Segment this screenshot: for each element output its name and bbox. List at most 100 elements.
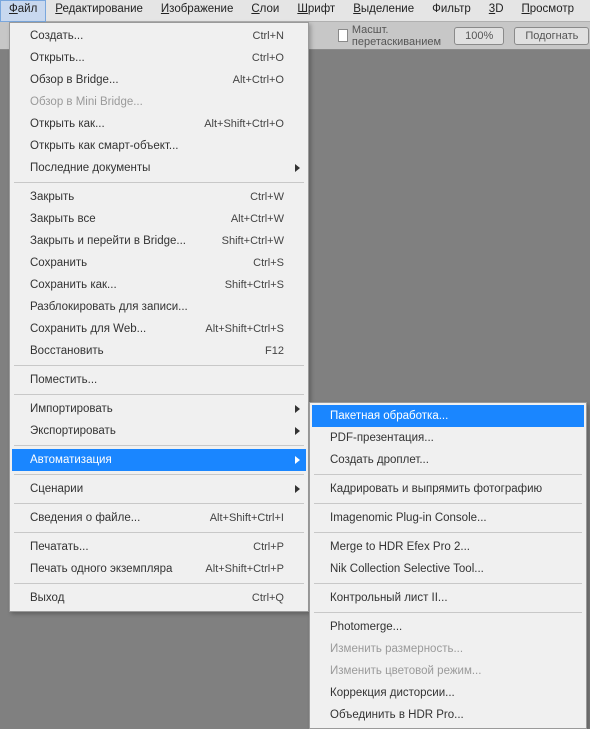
file-menu-item-10[interactable]: Закрыть и перейти в Bridge...Shift+Ctrl+… xyxy=(12,230,306,252)
file-menu-item-29[interactable]: Печать одного экземпляраAlt+Shift+Ctrl+P xyxy=(12,558,306,580)
menu-item-shortcut: Alt+Ctrl+O xyxy=(233,74,284,86)
menubar-item-3[interactable]: Слои xyxy=(242,0,288,22)
file-menu-item-13[interactable]: Разблокировать для записи... xyxy=(12,296,306,318)
submenu-arrow-icon xyxy=(295,427,300,435)
menu-item-label: Сохранить xyxy=(30,257,253,269)
automation-item-6[interactable]: Imagenomic Plug-in Console... xyxy=(312,507,584,529)
menu-item-label: Закрыть и перейти в Bridge... xyxy=(30,235,222,247)
menu-item-shortcut: Ctrl+N xyxy=(253,30,284,42)
menubar-item-5[interactable]: Выделение xyxy=(344,0,423,22)
menu-item-label: Восстановить xyxy=(30,345,265,357)
file-menu-dropdown: Создать...Ctrl+NОткрыть...Ctrl+OОбзор в … xyxy=(9,22,309,612)
file-menu-item-8[interactable]: ЗакрытьCtrl+W xyxy=(12,186,306,208)
menu-item-label: Печатать... xyxy=(30,541,253,553)
file-menu-item-1[interactable]: Открыть...Ctrl+O xyxy=(12,47,306,69)
automation-item-16[interactable]: Коррекция дисторсии... xyxy=(312,682,584,704)
menubar-item-7[interactable]: 3D xyxy=(480,0,513,22)
file-menu-item-20[interactable]: Экспортировать xyxy=(12,420,306,442)
drag-scale-label: Масшт. перетаскиванием xyxy=(352,24,444,48)
automation-item-1[interactable]: PDF-презентация... xyxy=(312,427,584,449)
automation-submenu: Пакетная обработка... PDF-презентация... С… xyxy=(309,402,587,729)
automation-item-17[interactable]: Объединить в HDR Pro... xyxy=(312,704,584,726)
menu-item-label: Сценарии xyxy=(30,483,284,495)
file-menu-separator xyxy=(14,503,304,504)
file-menu-item-6[interactable]: Последние документы xyxy=(12,157,306,179)
menu-item-label: Открыть как смарт-объект... xyxy=(30,140,284,152)
menu-item-label: Импортировать xyxy=(30,403,284,415)
menubar: ФайлРедактированиеИзображениеСлоиШрифтВы… xyxy=(0,0,590,22)
submenu-arrow-icon xyxy=(295,164,300,172)
automation-item-13[interactable]: Photomerge... xyxy=(312,616,584,638)
automation-item-9[interactable]: Nik Collection Selective Tool... xyxy=(312,558,584,580)
file-menu-item-9[interactable]: Закрыть всеAlt+Ctrl+W xyxy=(12,208,306,230)
menu-item-label: Объединить в HDR Pro... xyxy=(330,709,562,721)
file-menu-item-22[interactable]: Автоматизация xyxy=(12,449,306,471)
menu-item-label: Печать одного экземпляра xyxy=(30,563,205,575)
automation-item-8[interactable]: Merge to HDR Efex Pro 2... xyxy=(312,536,584,558)
menu-item-label: Изменить цветовой режим... xyxy=(330,665,562,677)
file-menu-item-26[interactable]: Сведения о файле...Alt+Shift+Ctrl+I xyxy=(12,507,306,529)
menu-item-shortcut: Ctrl+S xyxy=(253,257,284,269)
menu-item-label: Поместить... xyxy=(30,374,284,386)
file-menu-item-14[interactable]: Сохранить для Web...Alt+Shift+Ctrl+S xyxy=(12,318,306,340)
automation-separator xyxy=(314,474,582,475)
menu-item-label: Открыть... xyxy=(30,52,252,64)
menu-item-shortcut: Ctrl+O xyxy=(252,52,284,64)
checkbox-icon xyxy=(338,29,348,42)
automation-separator xyxy=(314,612,582,613)
automation-item-11[interactable]: Контрольный лист II... xyxy=(312,587,584,609)
menubar-item-4[interactable]: Шрифт xyxy=(288,0,344,22)
menu-item-label: Создать... xyxy=(30,30,253,42)
menubar-item-2[interactable]: Изображение xyxy=(152,0,242,22)
menu-item-label: Nik Collection Selective Tool... xyxy=(330,563,562,575)
zoom-button[interactable]: 100% xyxy=(454,27,504,45)
file-menu-item-3: Обзор в Mini Bridge... xyxy=(12,91,306,113)
file-menu-item-5[interactable]: Открыть как смарт-объект... xyxy=(12,135,306,157)
automation-item-0[interactable]: Пакетная обработка... xyxy=(312,405,584,427)
menubar-item-1[interactable]: Редактирование xyxy=(46,0,152,22)
file-menu-separator xyxy=(14,532,304,533)
menu-item-label: Создать дроплет... xyxy=(330,454,562,466)
menu-item-label: Обзор в Mini Bridge... xyxy=(30,96,284,108)
automation-separator xyxy=(314,503,582,504)
automation-separator xyxy=(314,532,582,533)
file-menu-separator xyxy=(14,445,304,446)
file-menu-item-2[interactable]: Обзор в Bridge...Alt+Ctrl+O xyxy=(12,69,306,91)
file-menu-separator xyxy=(14,474,304,475)
menu-item-label: Сохранить как... xyxy=(30,279,225,291)
menubar-item-6[interactable]: Фильтр xyxy=(423,0,480,22)
file-menu-item-17[interactable]: Поместить... xyxy=(12,369,306,391)
automation-item-2[interactable]: Создать дроплет... xyxy=(312,449,584,471)
file-menu-item-24[interactable]: Сценарии xyxy=(12,478,306,500)
menu-item-shortcut: Alt+Shift+Ctrl+P xyxy=(205,563,284,575)
file-menu-separator xyxy=(14,365,304,366)
file-menu-item-4[interactable]: Открыть как...Alt+Shift+Ctrl+O xyxy=(12,113,306,135)
file-menu-item-28[interactable]: Печатать...Ctrl+P xyxy=(12,536,306,558)
file-menu-item-0[interactable]: Создать...Ctrl+N xyxy=(12,25,306,47)
file-menu-item-19[interactable]: Импортировать xyxy=(12,398,306,420)
menu-item-label: Автоматизация xyxy=(30,454,284,466)
file-menu-separator xyxy=(14,394,304,395)
menubar-item-8[interactable]: Просмотр xyxy=(513,0,584,22)
menu-item-label: Экспортировать xyxy=(30,425,284,437)
file-menu-item-15[interactable]: ВосстановитьF12 xyxy=(12,340,306,362)
file-menu-item-31[interactable]: ВыходCtrl+Q xyxy=(12,587,306,609)
menubar-item-0[interactable]: Файл xyxy=(0,0,46,22)
menu-item-shortcut: Alt+Shift+Ctrl+I xyxy=(210,512,284,524)
file-menu-separator xyxy=(14,583,304,584)
drag-scale-option[interactable]: Масшт. перетаскиванием xyxy=(338,24,444,48)
menu-item-label: Закрыть все xyxy=(30,213,231,225)
menu-item-shortcut: F12 xyxy=(265,345,284,357)
file-menu-item-12[interactable]: Сохранить как...Shift+Ctrl+S xyxy=(12,274,306,296)
menu-item-label: Кадрировать и выпрямить фотографию xyxy=(330,483,562,495)
menu-item-shortcut: Ctrl+Q xyxy=(252,592,284,604)
menu-item-label: Пакетная обработка... xyxy=(330,410,562,422)
automation-item-4[interactable]: Кадрировать и выпрямить фотографию xyxy=(312,478,584,500)
menu-item-shortcut: Ctrl+P xyxy=(253,541,284,553)
automation-item-14: Изменить размерность... xyxy=(312,638,584,660)
automation-item-15: Изменить цветовой режим... xyxy=(312,660,584,682)
fit-button[interactable]: Подогнать xyxy=(514,27,589,45)
menu-item-label: Merge to HDR Efex Pro 2... xyxy=(330,541,562,553)
file-menu-item-11[interactable]: СохранитьCtrl+S xyxy=(12,252,306,274)
submenu-arrow-icon xyxy=(295,485,300,493)
